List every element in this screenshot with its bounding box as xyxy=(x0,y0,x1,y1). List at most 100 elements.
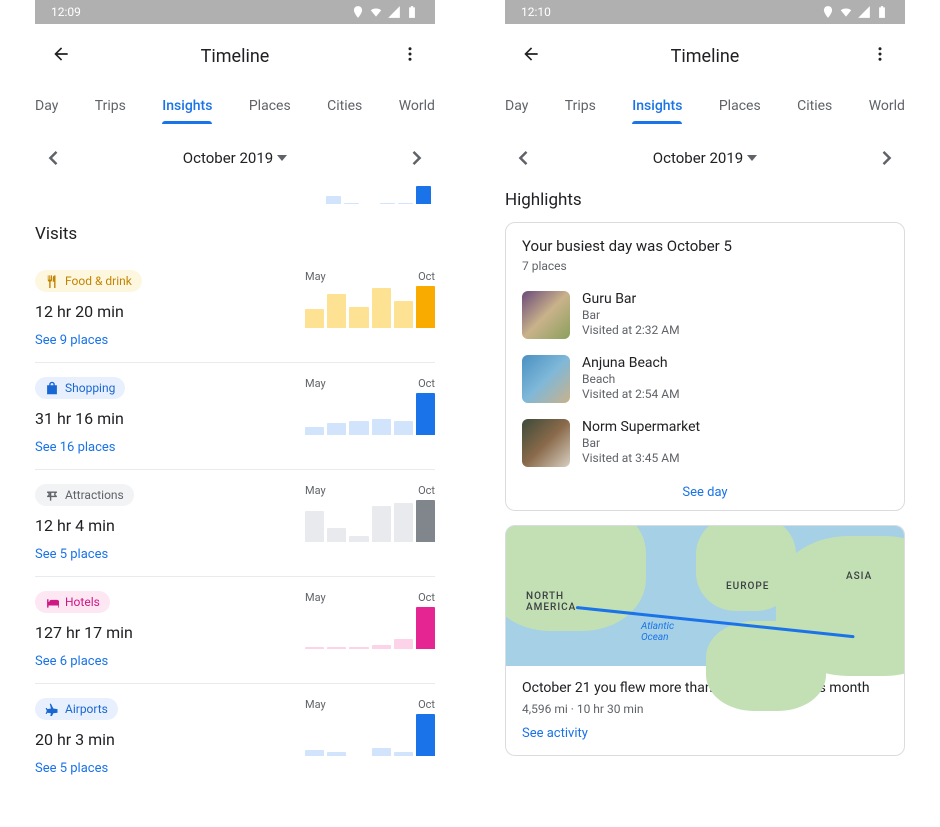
chevron-down-icon xyxy=(277,155,287,161)
phone-left: 12:09 Timeline DayTripsInsightsPlacesCit… xyxy=(0,0,470,827)
place-thumbnail xyxy=(522,419,570,467)
category-chip: Food & drink xyxy=(35,270,142,292)
flight-card[interactable]: NORTHAMERICA EUROPE ASIA AtlanticOcean O… xyxy=(505,525,905,756)
place-row[interactable]: Norm SupermarketBarVisited at 3:45 AM xyxy=(522,411,888,475)
place-row[interactable]: Anjuna BeachBeachVisited at 2:54 AM xyxy=(522,347,888,411)
wifi-icon xyxy=(839,5,853,19)
busiest-sub: 7 places xyxy=(522,259,888,273)
status-icons xyxy=(821,5,889,19)
tab-day[interactable]: Day xyxy=(505,88,528,124)
see-activity-link[interactable]: See activity xyxy=(522,726,888,741)
overflow-menu-button[interactable] xyxy=(397,41,423,71)
month-selector[interactable]: October 2019 xyxy=(653,149,757,167)
chart-start-label: May xyxy=(305,698,326,711)
chip-label: Shopping xyxy=(65,381,115,395)
status-time: 12:10 xyxy=(521,5,551,19)
chart-bar xyxy=(416,500,435,542)
chart-bar xyxy=(416,286,435,328)
phone-right: 12:10 Timeline DayTripsInsightsPlacesCit… xyxy=(470,0,940,827)
flight-map: NORTHAMERICA EUROPE ASIA AtlanticOcean xyxy=(506,526,904,666)
chart-bar xyxy=(416,714,435,756)
visit-row[interactable]: Hotels127 hr 17 minSee 6 placesMayOct xyxy=(35,577,435,684)
visit-mini-chart: MayOct xyxy=(305,270,435,328)
place-thumbnail xyxy=(522,355,570,403)
month-nav: October 2019 xyxy=(35,124,435,180)
chip-label: Attractions xyxy=(65,488,124,502)
visit-row[interactable]: Food & drink 12 hr 20 min See 9 places MayO… xyxy=(35,256,435,363)
tab-world[interactable]: World xyxy=(399,88,435,124)
chart-bar xyxy=(394,503,413,542)
overview-bar xyxy=(398,203,413,204)
chart-end-label: Oct xyxy=(418,698,435,711)
page-title: Timeline xyxy=(201,46,270,67)
location-icon xyxy=(821,5,835,19)
place-row[interactable]: Guru BarBarVisited at 2:32 AM xyxy=(522,283,888,347)
places-list: Guru BarBarVisited at 2:32 AMAnjuna Beac… xyxy=(522,283,888,475)
overflow-menu-button[interactable] xyxy=(867,41,893,71)
plane-icon xyxy=(45,702,59,716)
visit-mini-chart: MayOct xyxy=(305,377,435,435)
chart-start-label: May xyxy=(305,270,326,283)
tabs-right: Day Trips Insights Places Cities World xyxy=(505,82,905,124)
see-places-link[interactable]: See 5 places xyxy=(35,547,134,562)
chart-bar xyxy=(372,506,391,542)
tab-places[interactable]: Places xyxy=(249,88,291,124)
map-label-na: NORTHAMERICA xyxy=(526,591,576,613)
overview-bar xyxy=(326,196,341,204)
chart-start-label: May xyxy=(305,591,326,604)
more-vert-icon xyxy=(871,45,889,63)
category-chip: Hotels xyxy=(35,591,110,613)
visit-mini-chart: MayOct xyxy=(305,484,435,542)
tab-trips[interactable]: Trips xyxy=(95,88,126,124)
utensils-icon xyxy=(45,274,59,288)
battery-icon xyxy=(405,5,419,19)
tab-world[interactable]: World xyxy=(869,88,905,124)
overview-bar xyxy=(380,203,395,204)
chart-end-label: Oct xyxy=(418,484,435,497)
tab-cities[interactable]: Cities xyxy=(797,88,832,124)
tab-trips[interactable]: Trips xyxy=(565,88,596,124)
arrow-left-icon xyxy=(521,44,541,64)
see-places-link[interactable]: See 9 places xyxy=(35,333,142,348)
chart-bar xyxy=(372,419,391,435)
tab-cities[interactable]: Cities xyxy=(327,88,362,124)
visits-heading: Visits xyxy=(35,204,435,256)
month-selector[interactable]: October 2019 xyxy=(183,149,287,167)
month-next-button[interactable] xyxy=(407,148,427,168)
ticket-icon xyxy=(45,488,59,502)
wifi-icon xyxy=(369,5,383,19)
visit-mini-chart: May Oct xyxy=(305,698,435,756)
tabs-left: Day Trips Insights Places Cities World xyxy=(35,82,435,124)
chart-bar xyxy=(327,752,346,756)
tab-insights[interactable]: Insights xyxy=(632,88,682,124)
see-places-link[interactable]: See 16 places xyxy=(35,440,125,455)
place-type: Bar xyxy=(582,436,700,450)
tab-insights[interactable]: Insights xyxy=(162,88,212,124)
tab-day[interactable]: Day xyxy=(35,88,58,124)
see-day-link[interactable]: See day xyxy=(522,475,888,500)
visit-row[interactable]: Shopping31 hr 16 minSee 16 placesMayOct xyxy=(35,363,435,470)
battery-icon xyxy=(875,5,889,19)
month-prev-button[interactable] xyxy=(43,148,63,168)
chart-bar xyxy=(349,421,368,435)
busiest-day-card[interactable]: Your busiest day was October 5 7 places … xyxy=(505,222,905,511)
chart-bar xyxy=(327,647,346,649)
chart-bar xyxy=(305,427,324,435)
month-next-button[interactable] xyxy=(877,148,897,168)
tab-places[interactable]: Places xyxy=(719,88,761,124)
signal-icon xyxy=(387,5,401,19)
place-type: Bar xyxy=(582,308,680,322)
visit-row[interactable]: Airports20 hr 3 minSee 5 placesMayOct xyxy=(35,684,435,790)
month-prev-button[interactable] xyxy=(513,148,533,168)
back-button[interactable] xyxy=(47,40,75,72)
see-places-link[interactable]: See 6 places xyxy=(35,654,133,669)
chip-label: Airports xyxy=(65,702,108,716)
chart-bar xyxy=(394,639,413,649)
category-chip: Attractions xyxy=(35,484,134,506)
more-vert-icon xyxy=(401,45,419,63)
visit-row[interactable]: Attractions12 hr 4 minSee 5 placesMayOct xyxy=(35,470,435,577)
visit-duration: 12 hr 20 min xyxy=(35,302,142,321)
bag-icon xyxy=(45,381,59,395)
back-button[interactable] xyxy=(517,40,545,72)
see-places-link[interactable]: See 5 places xyxy=(35,761,118,776)
